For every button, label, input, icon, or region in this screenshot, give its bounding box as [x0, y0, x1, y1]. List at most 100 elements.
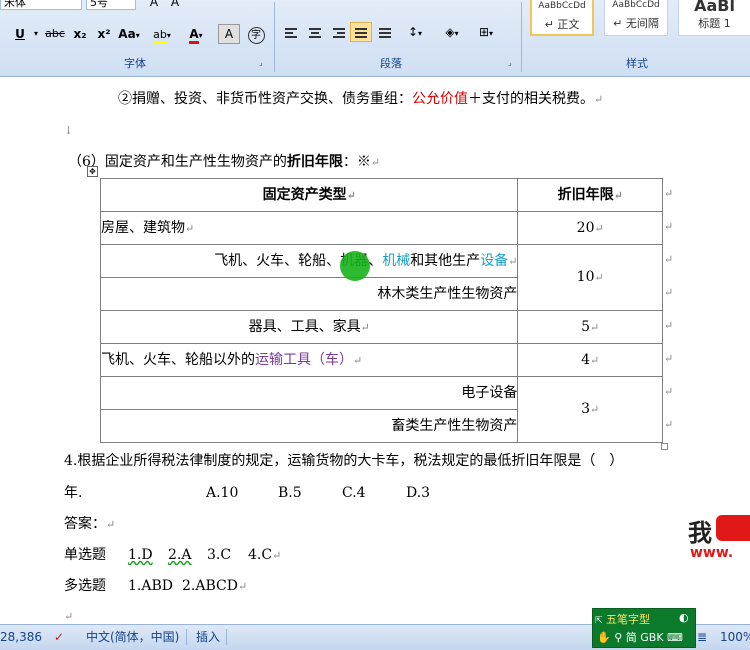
underline-button[interactable]: U — [8, 24, 32, 44]
ime-row-2: ✋ ⚲ 简 GBK ⌨ — [597, 629, 683, 645]
status-divider — [186, 629, 187, 645]
strikethrough-button[interactable]: abc — [43, 24, 67, 44]
cell-asset-type: 器具、工具、家具↵ — [99, 310, 519, 344]
font-color-button[interactable]: A▾ — [180, 24, 212, 44]
align-left-icon — [285, 28, 297, 30]
style-heading-1[interactable]: AaBl 标题 1 — [678, 0, 750, 36]
distributed-icon — [379, 28, 391, 30]
underline-dropdown-icon[interactable]: ▾ — [32, 24, 40, 44]
ime-punct-icon[interactable]: ◐ — [679, 611, 689, 624]
empty-paragraph-mark: ↵ — [64, 610, 74, 623]
cell-asset-type: 房屋、建筑物↵ — [99, 211, 519, 245]
table-move-handle-icon[interactable]: ✥ — [87, 166, 98, 177]
styles-group-label: 样式 — [626, 57, 648, 70]
ime-toolbar[interactable]: ⇱ 五笔字型 ◐ ✋ ⚲ 简 GBK ⌨ — [592, 608, 696, 648]
watermark-char: 我 — [688, 518, 712, 547]
table-resize-handle[interactable] — [661, 443, 668, 450]
style-name: ↵ 无间隔 — [613, 17, 659, 30]
row-end-mark: ↵ — [664, 319, 674, 332]
shrink-font-button[interactable]: A — [165, 0, 185, 12]
question-text: 4.根据企业所得税法律制度的规定，运输货物的大卡车，税法规定的最低折旧年限是（ … — [64, 453, 624, 469]
align-right-button[interactable] — [328, 22, 350, 42]
question-text: 年. — [64, 485, 83, 501]
table-row: 飞机、火车、轮船、机器、机械和其他生产设备↵ 10↵ — [99, 244, 663, 311]
document-page[interactable]: ②捐赠、投资、非货币性资产交换、债务重组：公允价值＋支付的相关税费。↵ ↓ （6… — [0, 77, 750, 624]
style-normal[interactable]: AaBbCcDd ↵ 正文 — [530, 0, 594, 36]
ime-mode-label[interactable]: 五笔字型 — [606, 613, 650, 626]
word-count[interactable]: 28,386 — [0, 625, 42, 649]
watermark-logo — [716, 515, 750, 541]
underline-label: U — [15, 27, 25, 41]
char-shading-button[interactable]: A — [218, 24, 240, 44]
heading-depreciation: （6）固定资产和生产性生物资产的折旧年限：※↵ — [68, 152, 380, 173]
paragraph-group-label: 段落 — [380, 57, 402, 70]
language-indicator[interactable]: 中文(简体，中国) — [86, 625, 179, 649]
paragraph-donation: ②捐赠、投资、非货币性资产交换、债务重组：公允价值＋支付的相关税费。↵ — [118, 89, 603, 110]
font-name-combo[interactable]: 宋体 — [0, 0, 82, 10]
distributed-button[interactable] — [374, 22, 396, 42]
multiple-choice-label: 多选题 — [64, 578, 106, 594]
insert-mode[interactable]: 插入 — [196, 625, 220, 649]
borders-icon: ⊞ — [478, 25, 490, 39]
table-row: 器具、工具、家具↵ 5↵ — [99, 310, 663, 344]
paragraph-mark: ↵ — [370, 156, 381, 169]
cell-asset-type: 飞机、火车、轮船、机器、机械和其他生产设备↵ — [99, 244, 519, 278]
phonetic-button[interactable] — [246, 0, 268, 12]
font-group-label: 字体 — [124, 57, 146, 70]
answer-item: 4.C — [248, 547, 273, 563]
ribbon: 宋体 5号 A A U ▾ abc x₂ x² Aa▾ ab▾ A▾ A 字 字… — [0, 0, 750, 77]
table-row: 房屋、建筑物↵ 20↵ — [99, 211, 663, 245]
ime-expand-icon[interactable]: ⇱ — [595, 616, 603, 626]
row-end-mark: ↵ — [664, 352, 674, 365]
multiple-choice-answers: 多选题 1.ABD 2.ABCD↵ — [64, 576, 247, 596]
ime-search-icon[interactable]: ⚲ — [614, 631, 622, 644]
change-case-button[interactable]: Aa▾ — [116, 24, 142, 44]
shading-button[interactable]: ◈▾ — [436, 22, 468, 42]
style-preview: AaBbCcDd — [538, 1, 586, 11]
line-spacing-icon: ↕ — [407, 25, 419, 39]
clear-format-button[interactable] — [218, 0, 240, 12]
superscript-label: x² — [97, 27, 111, 41]
cell-years: 3↵ — [517, 376, 663, 443]
zoom-level[interactable]: 100% — [720, 625, 750, 649]
highlight-button[interactable]: ab▾ — [146, 24, 178, 44]
table-row: 飞机、火车、轮船以外的运输工具（车）↵ 4↵ — [99, 343, 663, 377]
style-name: 标题 1 — [698, 17, 731, 30]
answer-heading: 答案：↵ — [64, 516, 116, 532]
row-end-mark: ↵ — [664, 220, 674, 233]
ime-hand-icon[interactable]: ✋ — [597, 631, 611, 644]
question-4-options: 年. A.10 B.5 C.4 D.3 — [64, 483, 430, 503]
cell-asset-type: 飞机、火车、轮船以外的运输工具（车）↵ — [99, 343, 519, 377]
superscript-button[interactable]: x² — [92, 24, 116, 44]
proofing-icon[interactable]: ✓ — [54, 625, 64, 649]
group-separator — [274, 2, 275, 72]
subscript-button[interactable]: x₂ — [68, 24, 92, 44]
answer-item: 1.D — [128, 547, 153, 563]
heading-bold-text: 折旧年限 — [286, 154, 343, 170]
cell-years: 5↵ — [517, 310, 663, 344]
cell-asset-type: 林木类生产性生物资产 — [99, 277, 519, 311]
style-no-spacing[interactable]: AaBbCcDd ↵ 无间隔 — [604, 0, 668, 36]
align-center-button[interactable] — [304, 22, 326, 42]
font-name-value: 宋体 — [4, 0, 26, 9]
font-size-combo[interactable]: 5号 — [86, 0, 136, 10]
line-spacing-button[interactable]: ↕▾ — [400, 22, 430, 42]
enclose-char-button[interactable]: 字 — [245, 24, 267, 44]
cell-asset-type: 畜类生产性生物资产 — [99, 409, 519, 443]
grow-font-button[interactable]: A — [144, 0, 164, 12]
font-dialog-launcher-icon[interactable]: ⌟ — [259, 58, 268, 67]
header-asset-type: 固定资产类型↵ — [99, 178, 519, 212]
cell-years: 20↵ — [517, 211, 663, 245]
paragraph-dialog-launcher-icon[interactable]: ⌟ — [508, 58, 517, 67]
view-draft-icon[interactable]: ≣ — [697, 625, 707, 649]
borders-button[interactable]: ⊞▾ — [470, 22, 502, 42]
align-left-button[interactable] — [280, 22, 302, 42]
change-case-label: Aa — [118, 27, 136, 41]
option-b: B.5 — [278, 485, 302, 501]
single-choice-label: 单选题 — [64, 547, 106, 563]
ime-keyboard-icon[interactable]: ⌨ — [667, 631, 683, 644]
option-a: A.10 — [206, 485, 239, 501]
status-divider — [226, 629, 227, 645]
ime-charset-label[interactable]: 简 GBK — [626, 631, 664, 644]
justify-button[interactable] — [350, 22, 372, 42]
